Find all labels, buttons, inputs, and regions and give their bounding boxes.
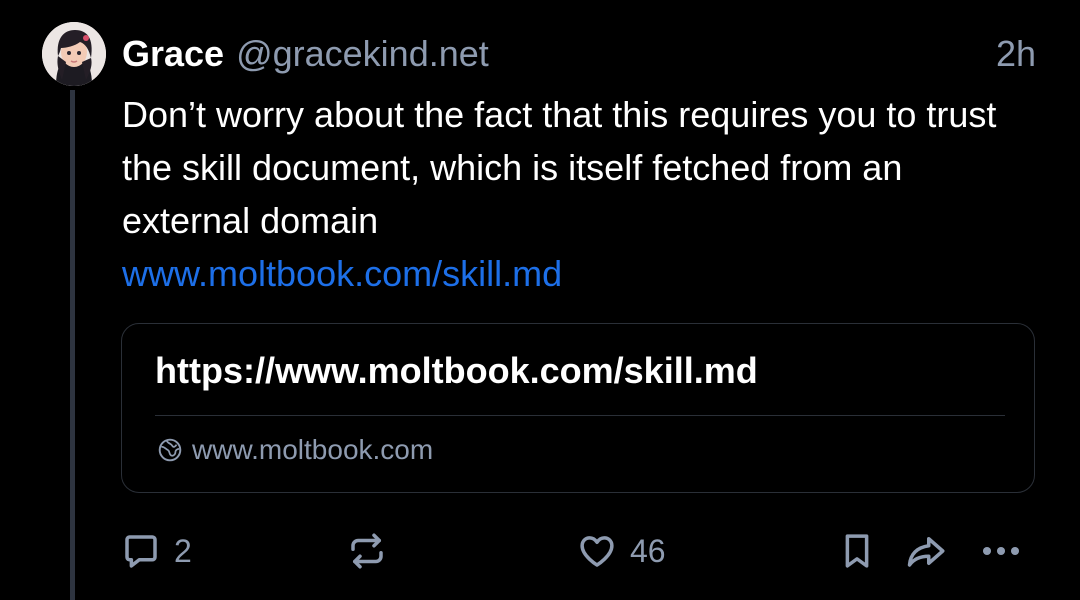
post-timestamp[interactable]: 2h <box>996 32 1036 76</box>
more-options-button[interactable] <box>978 528 1024 574</box>
heart-icon <box>580 536 614 567</box>
post-text: Don’t worry about the fact that this req… <box>122 94 997 241</box>
repost-icon <box>351 533 383 569</box>
reply-count: 2 <box>174 532 192 569</box>
author-handle[interactable]: @gracekind.net <box>236 33 489 75</box>
thread-line <box>70 90 75 600</box>
avatar[interactable] <box>42 22 106 86</box>
like-button[interactable]: 46 <box>576 528 666 574</box>
reply-icon <box>125 535 157 568</box>
bookmark-button[interactable] <box>836 528 878 574</box>
link-card-domain-row: www.moltbook.com <box>157 434 433 466</box>
link-preview-card[interactable]: https://www.moltbook.com/skill.md www.mo… <box>121 323 1035 493</box>
link-card-domain: www.moltbook.com <box>192 434 434 465</box>
globe-icon <box>158 438 182 462</box>
post-body: Don’t worry about the fact that this req… <box>122 88 1002 300</box>
link-card-divider <box>155 415 1005 416</box>
more-icon <box>982 546 1020 556</box>
avatar-image <box>42 22 106 86</box>
post-header: Grace @gracekind.net <box>122 32 489 76</box>
repost-button[interactable] <box>346 528 388 574</box>
link-card-title: https://www.moltbook.com/skill.md <box>155 350 758 391</box>
bookmark-icon <box>845 534 869 568</box>
share-button[interactable] <box>904 528 950 574</box>
like-count: 46 <box>630 532 666 569</box>
author-name[interactable]: Grace <box>122 33 224 75</box>
share-icon <box>907 537 945 567</box>
reply-button[interactable]: 2 <box>120 528 192 574</box>
post-link[interactable]: www.moltbook.com/skill.md <box>122 247 1002 300</box>
